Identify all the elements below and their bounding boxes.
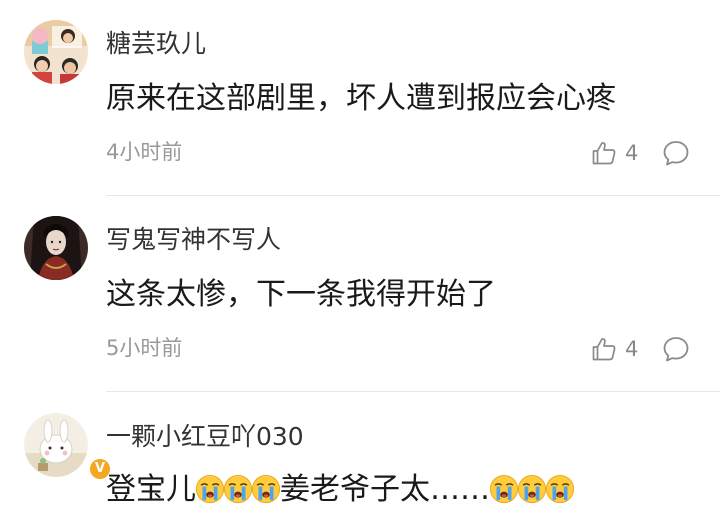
- timestamp: 5小时前: [106, 336, 183, 360]
- username[interactable]: 写鬼写神不写人: [106, 225, 281, 255]
- comment-list: 糖芸玖儿 原来在这部剧里，坏人遭到报应会心疼 4小时前 4 写鬼写神不写人 这条…: [0, 0, 720, 515]
- timestamp: 4小时前: [106, 140, 183, 164]
- username[interactable]: 糖芸玖儿: [106, 29, 206, 59]
- avatar[interactable]: [24, 216, 88, 280]
- comment-text-part: 登宝儿: [106, 472, 196, 507]
- thumbs-up-icon: [591, 140, 617, 166]
- comment-text: 登宝儿 姜老爷子太……: [106, 471, 574, 509]
- thumbs-up-icon: [591, 336, 617, 362]
- crying-face-emoji: [517, 474, 547, 504]
- crying-face-emoji: [545, 474, 575, 504]
- comment-text: 原来在这部剧里，坏人遭到报应会心疼: [106, 81, 616, 116]
- comment-bubble-icon[interactable]: [662, 335, 690, 363]
- avatar[interactable]: V: [24, 413, 112, 481]
- like-button[interactable]: 4: [591, 138, 638, 168]
- like-count: 4: [625, 337, 639, 361]
- username[interactable]: 一颗小红豆吖030: [106, 422, 304, 452]
- crying-face-emoji: [195, 474, 225, 504]
- crying-face-emoji: [251, 474, 281, 504]
- comment-item: 糖芸玖儿 原来在这部剧里，坏人遭到报应会心疼 4小时前 4: [0, 0, 720, 196]
- comment-bubble-icon[interactable]: [662, 139, 690, 167]
- like-count: 4: [625, 141, 639, 165]
- comment-text-part: 姜老爷子太……: [280, 472, 490, 507]
- comment-item: 写鬼写神不写人 这条太惨，下一条我得开始了 5小时前 4: [0, 196, 720, 392]
- crying-face-emoji: [489, 474, 519, 504]
- comment-text: 这条太惨，下一条我得开始了: [106, 277, 496, 312]
- crying-face-emoji: [223, 474, 253, 504]
- comment-item: V 一颗小红豆吖030 登宝儿 姜老爷子太……: [0, 392, 720, 515]
- avatar[interactable]: [24, 20, 88, 84]
- like-button[interactable]: 4: [591, 334, 638, 364]
